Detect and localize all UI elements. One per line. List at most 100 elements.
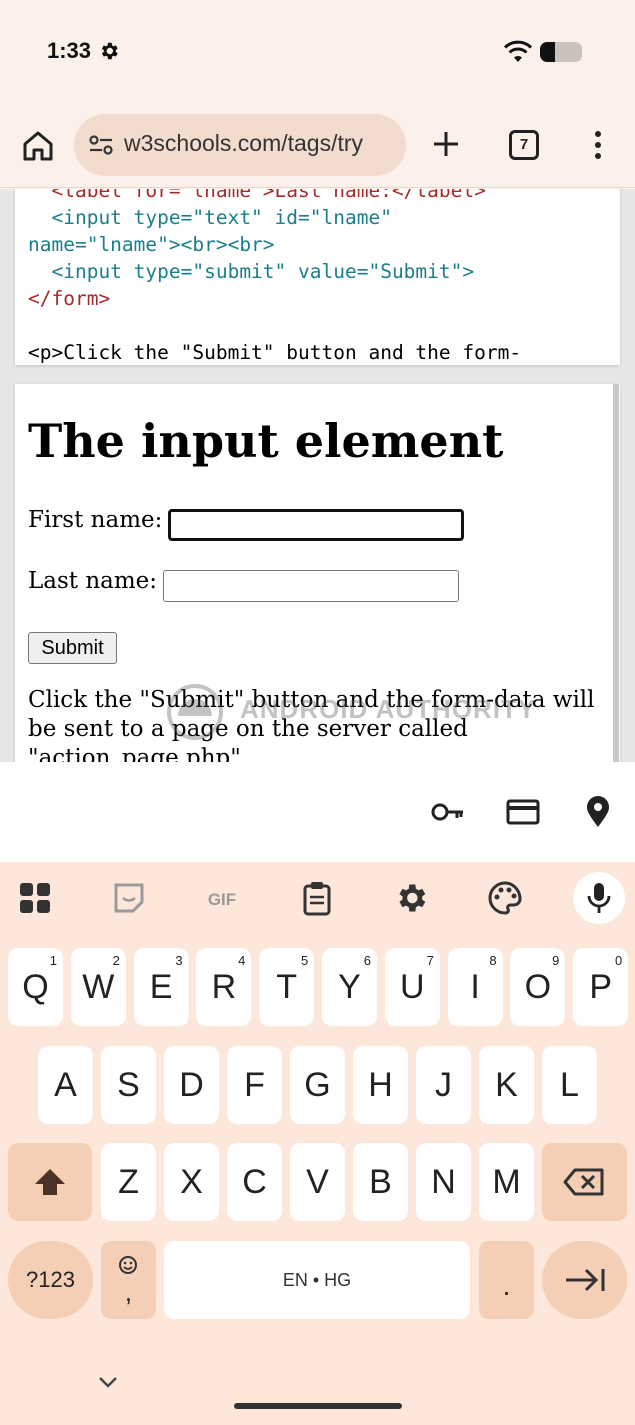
key-n[interactable]: N bbox=[416, 1143, 471, 1221]
key-h[interactable]: H bbox=[353, 1046, 408, 1124]
emoji-icon bbox=[119, 1256, 137, 1274]
key-a[interactable]: A bbox=[38, 1046, 93, 1124]
more-options-icon[interactable] bbox=[588, 128, 608, 162]
key-letter: W bbox=[82, 968, 115, 1006]
key-b[interactable]: B bbox=[353, 1143, 408, 1221]
key-letter: T bbox=[276, 968, 298, 1006]
comma-label: , bbox=[124, 1277, 133, 1307]
key-s[interactable]: S bbox=[101, 1046, 156, 1124]
key-letter: O bbox=[524, 968, 552, 1006]
key-z[interactable]: Z bbox=[101, 1143, 156, 1221]
code-line: <input type="submit" value="Submit"> bbox=[28, 260, 475, 283]
credit-card-icon[interactable] bbox=[505, 794, 541, 830]
key-d[interactable]: D bbox=[164, 1046, 219, 1124]
key-letter: Y bbox=[338, 968, 361, 1006]
key-number-hint: 8 bbox=[489, 953, 497, 968]
gesture-home-bar[interactable] bbox=[234, 1403, 402, 1409]
battery-icon bbox=[540, 42, 582, 62]
tab-switcher-button[interactable]: 7 bbox=[509, 130, 539, 160]
period-key[interactable]: . bbox=[479, 1241, 534, 1319]
key-number-hint: 7 bbox=[426, 953, 434, 968]
result-scrollbar[interactable] bbox=[613, 384, 619, 762]
key-k[interactable]: K bbox=[479, 1046, 534, 1124]
apps-grid-icon[interactable] bbox=[17, 880, 53, 916]
key-w[interactable]: W2 bbox=[70, 948, 126, 1026]
result-frame: The input element First name: Last name:… bbox=[15, 384, 620, 762]
battery-level bbox=[540, 42, 555, 62]
url-text[interactable]: w3schools.com/tags/try bbox=[124, 130, 396, 157]
browser-toolbar: w3schools.com/tags/try 7 bbox=[0, 100, 635, 188]
soft-keyboard: GIF Q1W2E3R4T5Y6U7I8O9P0 ASDFGHJKL ZXCVB… bbox=[0, 862, 635, 1425]
last-name-label: Last name: bbox=[28, 568, 158, 594]
address-bar[interactable]: w3schools.com/tags/try bbox=[74, 114, 406, 176]
key-number-hint: 2 bbox=[112, 953, 120, 968]
first-name-input[interactable] bbox=[168, 509, 464, 541]
backspace-key[interactable] bbox=[542, 1143, 627, 1221]
web-page: <label for="lname">Last name:</label> <i… bbox=[0, 189, 635, 762]
last-name-input[interactable] bbox=[163, 570, 459, 602]
key-letter: U bbox=[400, 968, 425, 1006]
next-arrow-icon bbox=[566, 1268, 605, 1292]
key-number-hint: 5 bbox=[300, 953, 309, 968]
result-heading: The input element bbox=[28, 414, 504, 468]
key-number-hint: 6 bbox=[363, 953, 371, 968]
key-c[interactable]: C bbox=[227, 1143, 282, 1221]
hide-keyboard-chevron-icon[interactable] bbox=[97, 1374, 119, 1390]
symbols-key[interactable]: ?123 bbox=[8, 1241, 93, 1319]
palette-icon[interactable] bbox=[487, 880, 523, 916]
key-o[interactable]: O9 bbox=[510, 948, 566, 1026]
key-number-hint: 4 bbox=[238, 953, 246, 968]
key-l[interactable]: L bbox=[542, 1046, 597, 1124]
key-m[interactable]: M bbox=[479, 1143, 534, 1221]
key-g[interactable]: G bbox=[290, 1046, 345, 1124]
first-name-label: First name: bbox=[28, 507, 163, 533]
sticker-icon[interactable] bbox=[111, 880, 147, 916]
status-time: 1:33 bbox=[47, 38, 92, 63]
settings-gear-icon bbox=[101, 42, 118, 60]
code-line: <label for="lname">Last name:</label> bbox=[28, 189, 486, 202]
home-icon[interactable] bbox=[18, 126, 58, 166]
key-t[interactable]: T5 bbox=[259, 948, 315, 1026]
key-r[interactable]: R4 bbox=[196, 948, 252, 1026]
key-number-hint: 1 bbox=[49, 953, 57, 968]
key-q[interactable]: Q1 bbox=[8, 948, 63, 1026]
wifi-icon bbox=[503, 40, 533, 62]
backspace-icon bbox=[563, 1168, 604, 1196]
key-f[interactable]: F bbox=[227, 1046, 282, 1124]
key-j[interactable]: J bbox=[416, 1046, 471, 1124]
key-icon[interactable] bbox=[430, 794, 466, 830]
gif-label: GIF bbox=[208, 890, 236, 909]
voice-input-button[interactable] bbox=[573, 872, 625, 924]
code-line: </form> bbox=[28, 287, 111, 310]
enter-key[interactable] bbox=[542, 1241, 627, 1319]
code-line: <p>Click the "Submit" button and the for… bbox=[28, 341, 522, 364]
key-letter: Q bbox=[22, 968, 49, 1006]
key-x[interactable]: X bbox=[164, 1143, 219, 1221]
key-i[interactable]: I8 bbox=[447, 948, 503, 1026]
key-letter: E bbox=[149, 968, 173, 1006]
settings-icon[interactable] bbox=[393, 880, 429, 916]
code-line: name="lname"><br><br> bbox=[28, 233, 275, 256]
key-e[interactable]: E3 bbox=[133, 948, 189, 1026]
key-p[interactable]: P0 bbox=[573, 948, 629, 1026]
site-settings-icon[interactable] bbox=[88, 134, 114, 156]
code-editor[interactable]: <label for="lname">Last name:</label> <i… bbox=[15, 189, 620, 365]
key-letter: R bbox=[211, 968, 237, 1006]
code-line: <input type="text" id="lname" bbox=[28, 206, 392, 229]
shift-icon bbox=[35, 1169, 65, 1195]
autofill-bar bbox=[0, 762, 635, 862]
submit-button[interactable]: Submit bbox=[28, 632, 117, 664]
emoji-comma-key[interactable]: , bbox=[101, 1241, 156, 1319]
new-tab-icon[interactable] bbox=[430, 128, 462, 160]
key-number-hint: 3 bbox=[175, 953, 183, 968]
key-u[interactable]: U7 bbox=[384, 948, 440, 1026]
space-key[interactable]: EN • HG bbox=[164, 1241, 470, 1319]
clipboard-icon[interactable] bbox=[299, 880, 335, 916]
gif-icon[interactable]: GIF bbox=[201, 880, 243, 916]
shift-key[interactable] bbox=[8, 1143, 92, 1221]
key-v[interactable]: V bbox=[290, 1143, 345, 1221]
key-y[interactable]: Y6 bbox=[322, 948, 377, 1026]
code-text[interactable]: <label for="lname">Last name:</label> <i… bbox=[15, 189, 620, 365]
key-number-hint: 9 bbox=[552, 953, 560, 968]
location-pin-icon[interactable] bbox=[580, 794, 616, 830]
